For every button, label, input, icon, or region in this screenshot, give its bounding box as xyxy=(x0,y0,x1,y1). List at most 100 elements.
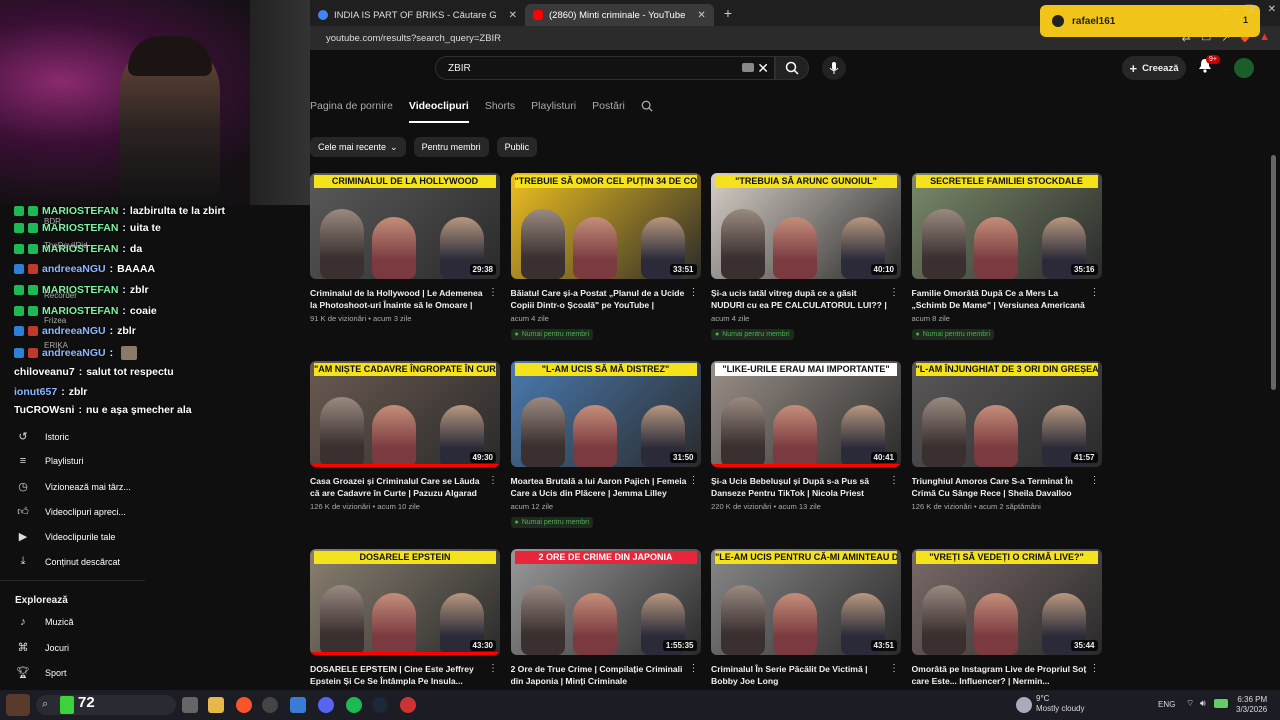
tab-shorts[interactable]: Shorts xyxy=(485,100,515,123)
more-options-icon[interactable]: ⋮ xyxy=(689,475,699,486)
video-thumbnail[interactable]: "AM NIȘTE CADAVRE ÎNGROPATE ÎN CURTE" 49:… xyxy=(310,361,500,467)
tab-posts[interactable]: Postări xyxy=(592,100,625,123)
url-text[interactable]: youtube.com/results?search_query=ZBIR xyxy=(326,33,501,44)
chip-public[interactable]: Public xyxy=(496,137,538,157)
chip-members[interactable]: Pentru membri xyxy=(413,137,489,157)
video-title[interactable]: Omorâtă pe Instagram Live de Propriul So… xyxy=(912,663,1102,687)
video-thumbnail[interactable]: "L-AM ÎNJUNGHIAT DE 3 ORI DIN GREȘEALĂ" 4… xyxy=(911,361,1102,467)
close-tab-icon[interactable]: ✕ xyxy=(697,10,705,21)
create-button[interactable]: + Creează xyxy=(1122,56,1186,80)
more-options-icon[interactable]: ⋮ xyxy=(488,475,498,486)
video-thumbnail[interactable]: "TREBUIE SĂ OMOR CEL PUȚIN 34 DE COPII" 3… xyxy=(510,173,701,279)
explore-item[interactable]: ♪ Muzică xyxy=(15,616,73,628)
scrollbar[interactable] xyxy=(1271,155,1276,390)
chip-latest[interactable]: Cele mai recente ⌄ xyxy=(310,137,406,157)
search-input[interactable]: ZBIR ✕ xyxy=(435,56,775,80)
close-tab-icon[interactable]: ✕ xyxy=(509,10,517,21)
video-card[interactable]: "AM NIȘTE CADAVRE ÎNGROPATE ÎN CURTE" 49:… xyxy=(310,361,500,511)
more-options-icon[interactable]: ⋮ xyxy=(889,287,899,298)
maximize-icon[interactable]: ☐ xyxy=(1245,4,1254,15)
sidebar-item[interactable]: ≡ Playlisturi xyxy=(15,455,84,467)
video-title[interactable]: Familie Omorâtă După Ce a Mers La „Schim… xyxy=(912,287,1102,311)
video-title[interactable]: Casa Groazei și Criminalul Care se Lăuda… xyxy=(310,475,500,499)
sidebar-item[interactable]: ▶ Videoclipurile tale xyxy=(15,530,116,543)
more-options-icon[interactable]: ⋮ xyxy=(1090,663,1100,674)
video-card[interactable]: "VREȚI SĂ VEDEȚI O CRIMĂ LIVE?" 35:44 Omor… xyxy=(911,549,1102,687)
video-title[interactable]: 2 Ore de True Crime | Compilație Crimina… xyxy=(511,663,701,687)
spotify-icon[interactable] xyxy=(346,697,362,713)
tab-videos[interactable]: Videoclipuri xyxy=(408,100,469,123)
video-card[interactable]: "L-AM UCIS SĂ MĂ DISTREZ" 31:50 Moartea Br… xyxy=(510,361,701,529)
chat-username[interactable]: chiloveanu7 xyxy=(14,366,75,378)
video-card[interactable]: SECRETELE FAMILIEI STOCKDALE 35:16 Familie… xyxy=(911,173,1102,341)
minimize-icon[interactable]: — xyxy=(1221,4,1231,15)
video-card[interactable]: DOSARELE EPSTEIN 43:30 DOSARELE EPSTEIN | … xyxy=(310,549,500,687)
notifications-button[interactable]: 9+ xyxy=(1198,55,1220,79)
chat-username[interactable]: ionut657 xyxy=(14,386,57,398)
browser-tab-google[interactable]: INDIA IS PART OF BRIKS - Căutare G ✕ xyxy=(310,4,525,26)
battery-icon[interactable] xyxy=(1214,699,1228,708)
tab-home[interactable]: Pagina de pornire xyxy=(310,100,393,123)
search-button[interactable] xyxy=(775,56,809,80)
chat-username[interactable]: TuCROWsni xyxy=(14,404,74,416)
volume-icon[interactable]: 🔊︎ xyxy=(1200,698,1206,709)
more-options-icon[interactable]: ⋮ xyxy=(1090,475,1100,486)
sidebar-item[interactable]: ⤓ Conținut descărcat xyxy=(15,555,120,568)
video-thumbnail[interactable]: DOSARELE EPSTEIN 43:30 xyxy=(310,549,500,655)
video-title[interactable]: Criminalul de la Hollywood | Le Ademenea… xyxy=(310,287,500,311)
video-card[interactable]: "LE-AM UCIS PENTRU CĂ-MI AMINTEAU DE MAM… xyxy=(711,549,901,687)
chat-username[interactable]: andreeaNGU xyxy=(42,263,106,275)
account-avatar[interactable] xyxy=(1234,58,1254,78)
tab-playlists[interactable]: Playlisturi xyxy=(531,100,576,123)
explore-item[interactable]: 🏆︎ Sport xyxy=(15,666,67,679)
sidebar-item[interactable]: ↺ Istoric xyxy=(15,430,69,443)
channel-search-icon[interactable] xyxy=(641,100,653,123)
sidebar-item[interactable]: 👍︎ Videoclipuri apreci... xyxy=(15,505,126,518)
video-thumbnail[interactable]: SECRETELE FAMILIEI STOCKDALE 35:16 xyxy=(911,173,1102,279)
sidebar-item[interactable]: ◷ Vizionează mai târz... xyxy=(15,480,131,493)
store-icon[interactable] xyxy=(290,697,306,713)
video-title[interactable]: Criminalul În Serie Păcălit De Victimă |… xyxy=(711,663,901,687)
video-thumbnail[interactable]: "LIKE-URILE ERAU MAI IMPORTANTE" 40:41 xyxy=(711,361,901,467)
video-title[interactable]: Triunghiul Amoros Care S-a Terminat În C… xyxy=(912,475,1102,499)
video-title[interactable]: DOSARELE EPSTEIN | Cine Este Jeffrey Eps… xyxy=(310,663,500,687)
video-card[interactable]: 2 ORE DE CRIME DIN JAPONIA 1:55:35 2 Ore d… xyxy=(510,549,701,687)
start-avatar-icon[interactable] xyxy=(6,694,30,716)
discord-icon[interactable] xyxy=(318,697,334,713)
file-explorer-icon[interactable] xyxy=(208,697,224,713)
video-card[interactable]: "TREBUIE SĂ OMOR CEL PUȚIN 34 DE COPII" 3… xyxy=(510,173,701,341)
more-options-icon[interactable]: ⋮ xyxy=(689,287,699,298)
task-view-icon[interactable] xyxy=(182,697,198,713)
network-icon[interactable]: ⌔ xyxy=(1186,698,1194,709)
video-thumbnail[interactable]: 2 ORE DE CRIME DIN JAPONIA 1:55:35 xyxy=(510,549,701,655)
keyboard-icon[interactable] xyxy=(742,63,754,72)
close-window-icon[interactable]: ✕ xyxy=(1268,4,1276,15)
video-thumbnail[interactable]: "LE-AM UCIS PENTRU CĂ-MI AMINTEAU DE MAM… xyxy=(711,549,901,655)
video-card[interactable]: CRIMINALUL DE LA HOLLYWOOD 29:38 Criminalu… xyxy=(310,173,500,323)
video-title[interactable]: Moartea Brutală a lui Aaron Pajich | Fem… xyxy=(511,475,701,499)
video-thumbnail[interactable]: CRIMINALUL DE LA HOLLYWOOD 29:38 xyxy=(310,173,500,279)
new-tab-button[interactable]: + xyxy=(724,5,732,21)
video-card[interactable]: "L-AM ÎNJUNGHIAT DE 3 ORI DIN GREȘEALĂ" 4… xyxy=(911,361,1102,511)
rewards-icon[interactable]: ▲ xyxy=(1259,31,1270,44)
video-card[interactable]: "LIKE-URILE ERAU MAI IMPORTANTE" 40:41 Și-… xyxy=(711,361,901,511)
clear-search-icon[interactable]: ✕ xyxy=(757,60,769,77)
video-thumbnail[interactable]: "TREBUIA SĂ ARUNC GUNOIUL" 40:10 xyxy=(711,173,901,279)
video-title[interactable]: Și-a Ucis Bebelușul și După s-a Pus să D… xyxy=(711,475,901,499)
language-indicator[interactable]: ENG xyxy=(1158,700,1175,709)
steam-icon[interactable] xyxy=(372,697,388,713)
video-thumbnail[interactable]: "VREȚI SĂ VEDEȚI O CRIMĂ LIVE?" 35:44 xyxy=(911,549,1102,655)
video-title[interactable]: Băiatul Care și-a Postat „Planul de a Uc… xyxy=(511,287,701,311)
obs-icon[interactable] xyxy=(400,697,416,713)
more-options-icon[interactable]: ⋮ xyxy=(1090,287,1100,298)
browser-tab-youtube[interactable]: (2860) Minti criminale - YouTube ✕ xyxy=(525,4,714,26)
more-options-icon[interactable]: ⋮ xyxy=(488,663,498,674)
more-options-icon[interactable]: ⋮ xyxy=(488,287,498,298)
voice-search-button[interactable] xyxy=(822,56,846,80)
video-card[interactable]: "TREBUIA SĂ ARUNC GUNOIUL" 40:10 Și-a ucis… xyxy=(711,173,901,341)
taskbar-search[interactable] xyxy=(36,695,176,715)
chat-username[interactable]: andreeaNGU xyxy=(42,325,106,337)
more-options-icon[interactable]: ⋮ xyxy=(689,663,699,674)
brave-browser-icon[interactable] xyxy=(236,697,252,713)
video-title[interactable]: Și-a ucis tatăl vitreg după ce a găsit N… xyxy=(711,287,901,311)
